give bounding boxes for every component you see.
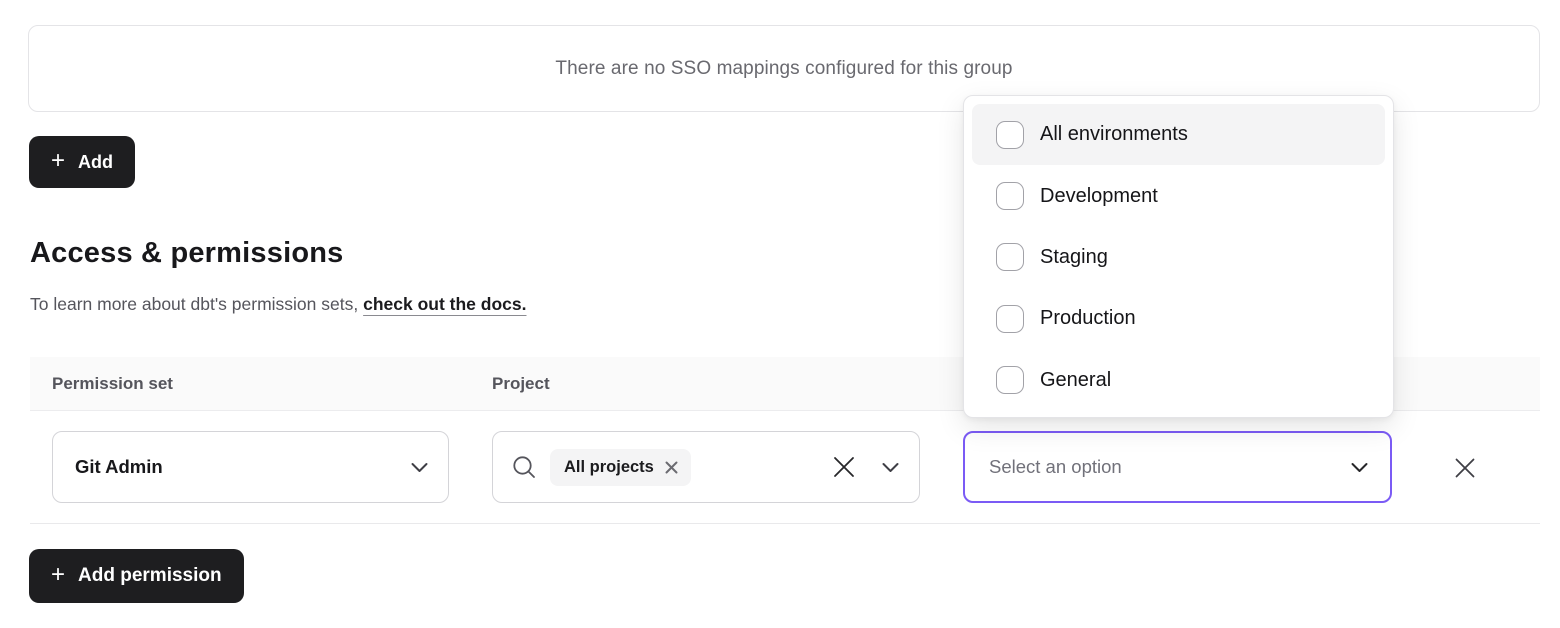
option-label: Production	[1040, 307, 1136, 330]
clear-selection-icon[interactable]	[832, 455, 856, 479]
plus-icon: +	[51, 149, 65, 173]
project-tag-all-projects[interactable]: All projects	[550, 449, 691, 486]
option-label: Development	[1040, 185, 1158, 208]
dropdown-option-general[interactable]: General	[972, 350, 1385, 411]
column-header-project: Project	[492, 374, 550, 394]
checkbox-icon[interactable]	[996, 243, 1024, 271]
chevron-down-icon	[411, 462, 428, 473]
add-permission-button[interactable]: + Add permission	[29, 549, 244, 603]
plus-icon: +	[51, 563, 65, 587]
project-multiselect[interactable]: All projects	[492, 431, 920, 503]
description-text: To learn more about dbt's permission set…	[30, 294, 358, 314]
option-label: Staging	[1040, 246, 1108, 269]
chevron-down-icon	[882, 462, 899, 473]
column-header-permission-set: Permission set	[52, 374, 173, 394]
group-settings-page: There are no SSO mappings configured for…	[0, 0, 1560, 628]
dropdown-option-development[interactable]: Development	[972, 165, 1385, 226]
add-sso-mapping-button[interactable]: + Add	[29, 136, 135, 188]
docs-link[interactable]: check out the docs.	[363, 294, 526, 314]
permission-set-select[interactable]: Git Admin	[52, 431, 449, 503]
checkbox-icon[interactable]	[996, 121, 1024, 149]
remove-tag-icon[interactable]	[665, 461, 678, 474]
chevron-down-icon	[1351, 462, 1368, 473]
environment-select[interactable]: Select an option	[963, 431, 1392, 503]
checkbox-icon[interactable]	[996, 366, 1024, 394]
project-tag-label: All projects	[564, 458, 654, 477]
environment-dropdown-menu: All environments Development Staging Pro…	[963, 95, 1394, 418]
option-label: All environments	[1040, 123, 1188, 146]
dropdown-option-all-environments[interactable]: All environments	[972, 104, 1385, 165]
option-label: General	[1040, 369, 1111, 392]
environment-placeholder: Select an option	[989, 456, 1122, 478]
dropdown-option-production[interactable]: Production	[972, 288, 1385, 349]
dropdown-option-staging[interactable]: Staging	[972, 227, 1385, 288]
page-title: Access & permissions	[30, 237, 343, 270]
add-button-label: Add	[78, 152, 113, 173]
checkbox-icon[interactable]	[996, 182, 1024, 210]
sso-empty-message: There are no SSO mappings configured for…	[555, 58, 1012, 80]
checkbox-icon[interactable]	[996, 305, 1024, 333]
add-permission-label: Add permission	[78, 565, 222, 587]
search-icon	[511, 454, 537, 480]
section-description: To learn more about dbt's permission set…	[30, 294, 526, 315]
remove-row-icon[interactable]	[1452, 455, 1478, 481]
permission-set-value: Git Admin	[75, 456, 163, 478]
